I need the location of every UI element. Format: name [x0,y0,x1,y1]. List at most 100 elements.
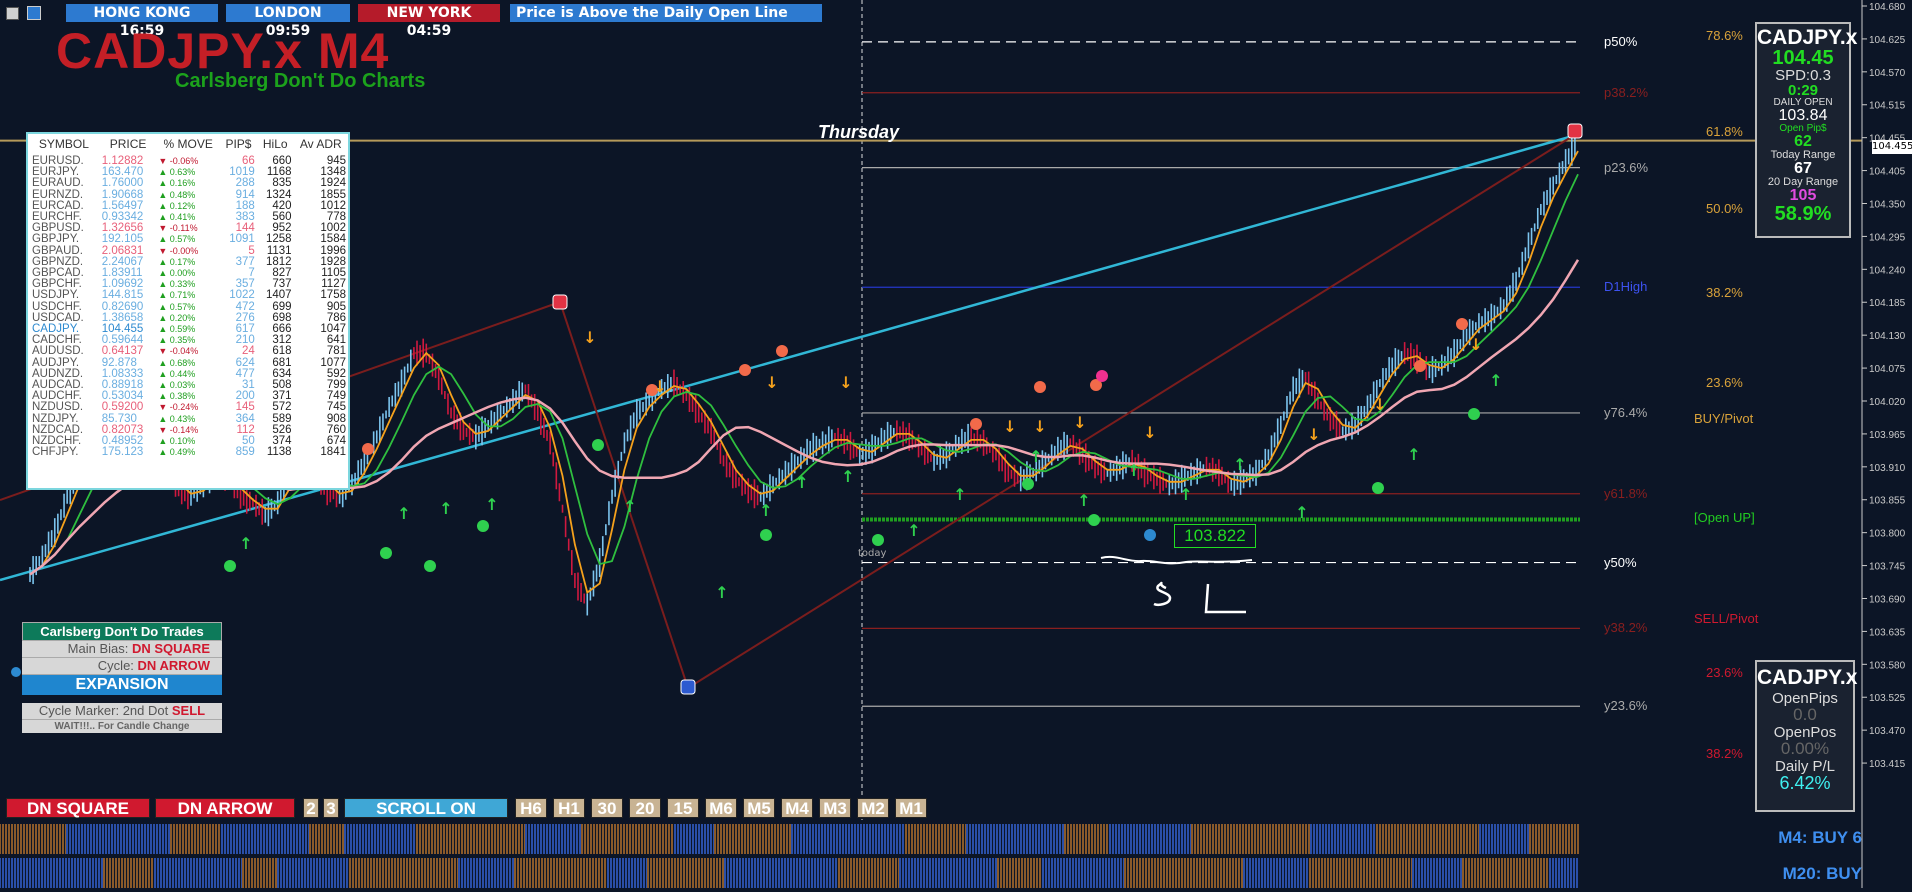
move-value: 0.48% [169,189,196,200]
arrow-up-icon: ↑ [1179,485,1192,504]
column-header: Av ADR [299,137,342,152]
button-m6[interactable]: M6 [705,798,737,818]
arrow-up-icon: ▲ [158,200,170,211]
info-timer: 0:29 [1787,82,1819,99]
info-20day: 105 [1789,187,1817,204]
table-row[interactable]: AUDUSD. 0.64137 ▼ -0.04% 24 618 781 [28,345,348,358]
button-dn-square[interactable]: DN SQUARE [6,798,150,818]
arrow-up-icon: ▲ [158,391,170,402]
pips-cell: 288 [235,177,255,190]
table-row[interactable]: CHFJPY. 175.123 ▲ 0.49% 859 1138 1841 [28,446,348,458]
pl-daily-label: Daily P/L [1774,758,1836,775]
button-20[interactable]: 20 [629,798,661,818]
arrow-down-icon: ↓ [1003,417,1016,436]
button-scroll-on[interactable]: SCROLL ON [344,798,508,818]
fib-label: D1High [1604,279,1648,295]
arrow-up-icon: ↑ [1489,371,1502,390]
table-row[interactable]: GBPJPY. 192.105 ▲ 0.57% 1091 1258 1584 [28,234,348,246]
move-value: 0.59% [169,324,196,335]
move-value: 0.71% [169,290,196,301]
session-3: Price is Above the Daily Open Line [510,4,822,22]
move-value: 0.33% [169,279,196,290]
button-m2[interactable]: M2 [857,798,889,818]
chart-window[interactable]: ↑ ↑ ↑ ↑ ↑ ↑ ↑ ↑ ↑ ↑ ↑ ↑ ↑ ↑ ↑ ↑ ↑ ↑ ↑ ↓ ↓ ↓ ↓ ↓ ↓ ↓ ↓ ↓ ↓ ↓ 104.680 104… [0,0,1912,888]
button-3[interactable]: 3 [323,798,339,818]
y-tick-label: 103.855 [1869,496,1906,507]
y-tick-label: 104.020 [1869,397,1906,408]
button-15[interactable]: 15 [667,798,699,818]
fib-level-label: 38.2% [1706,746,1743,762]
wait-message: WAIT!!!.. For Candle Change [22,720,222,733]
arrow-up-icon: ▲ [158,324,170,335]
signal-dot [1144,529,1156,541]
arrow-down-icon: ▼ [158,424,170,435]
pl-open-pos: 0.00% [1780,739,1830,758]
move-value: 0.03% [169,380,196,391]
hilo-cell: 618 [272,345,292,358]
info-open-pips: 62 [1794,133,1812,150]
y-tick-label: 104.185 [1869,298,1906,309]
panel-header: Carlsberg Don't Do Trades [22,622,222,641]
chart-subtitle: Carlsberg Don't Do Charts [175,70,426,92]
fib-level-label: 50.0% [1706,201,1743,217]
move-value: 0.41% [169,212,196,223]
y-tick-label: 104.405 [1869,167,1906,178]
button-m4[interactable]: M4 [781,798,813,818]
pips-cell: 145 [235,401,255,414]
info-daily-open: 103.84 [1778,107,1828,124]
chart-icon[interactable] [27,6,41,20]
move-cell: ▼ -0.04% [156,346,220,357]
button-m3[interactable]: M3 [819,798,851,818]
arrow-up-icon: ↑ [841,467,854,486]
table-row[interactable]: EURAUD. 1.76000 ▲ 0.16% 288 835 1924 [28,177,348,190]
button-m1[interactable]: M1 [895,798,927,818]
buy-dot [1022,478,1034,490]
hilo-cell: 1407 [265,289,292,302]
swing-low-marker [680,679,696,695]
button-h6[interactable]: H6 [515,798,547,818]
info-symbol: CADJPY.x [1757,26,1858,49]
button-m5[interactable]: M5 [743,798,775,818]
y-tick-label: 104.515 [1869,101,1906,112]
arrow-down-icon: ▼ [158,346,170,357]
buy-dot [224,560,236,572]
move-cell: ▲ 0.38% [156,391,220,402]
bias-label: Main Bias: [67,641,129,656]
arrow-up-icon: ▲ [158,368,170,379]
arrow-down-icon: ▼ [158,245,170,256]
menu-icon[interactable] [6,7,19,20]
sell-dot [1456,318,1468,330]
cycle-value: DN ARROW [137,658,210,673]
move-cell: ▲ 0.12% [156,201,220,212]
table-row[interactable]: USDJPY. 144.815 ▲ 0.71% 1022 1407 1758 [28,289,348,302]
sell-dot [776,345,788,357]
column-header: PRICE [109,137,147,152]
expansion-label: EXPANSION [22,675,222,695]
arrow-down-icon: ▼ [158,223,170,234]
current-price-tag: 104.455 [1872,140,1912,154]
price-cell: 1.76000 [101,177,144,190]
button-2[interactable]: 2 [303,798,319,818]
y-tick-label: 103.415 [1869,759,1906,770]
arrow-up-icon: ▲ [158,256,170,267]
arrow-down-icon: ↓ [1143,423,1156,442]
adr-cell: 1758 [320,289,346,302]
info-box-top: CADJPY.x 104.45 SPD:0.3 0:29 DAILY OPEN … [1755,22,1858,238]
button-dn-arrow[interactable]: DN ARROW [155,798,295,818]
y-tick-label: 103.470 [1869,726,1906,737]
signal-strip-m4 [0,824,1862,854]
y-tick-label: 103.525 [1869,693,1906,704]
fib-level-label: [Open UP] [1694,509,1755,525]
bias-value: DN SQUARE [131,641,210,656]
arrow-up-icon: ▲ [158,335,170,346]
arrow-up-icon: ↑ [1029,447,1042,466]
move-cell: ▲ 0.41% [156,212,220,223]
arrow-down-icon: ↓ [1307,425,1320,444]
button-h1[interactable]: H1 [553,798,585,818]
move-cell: ▲ 0.48% [156,190,220,201]
buy-dot [477,520,489,532]
info-spread: SPD:0.3 [1775,67,1831,84]
button-30[interactable]: 30 [591,798,623,818]
table-row[interactable]: NZDUSD. 0.59200 ▼ -0.24% 145 572 745 [28,401,348,414]
buy-dot [380,547,392,559]
